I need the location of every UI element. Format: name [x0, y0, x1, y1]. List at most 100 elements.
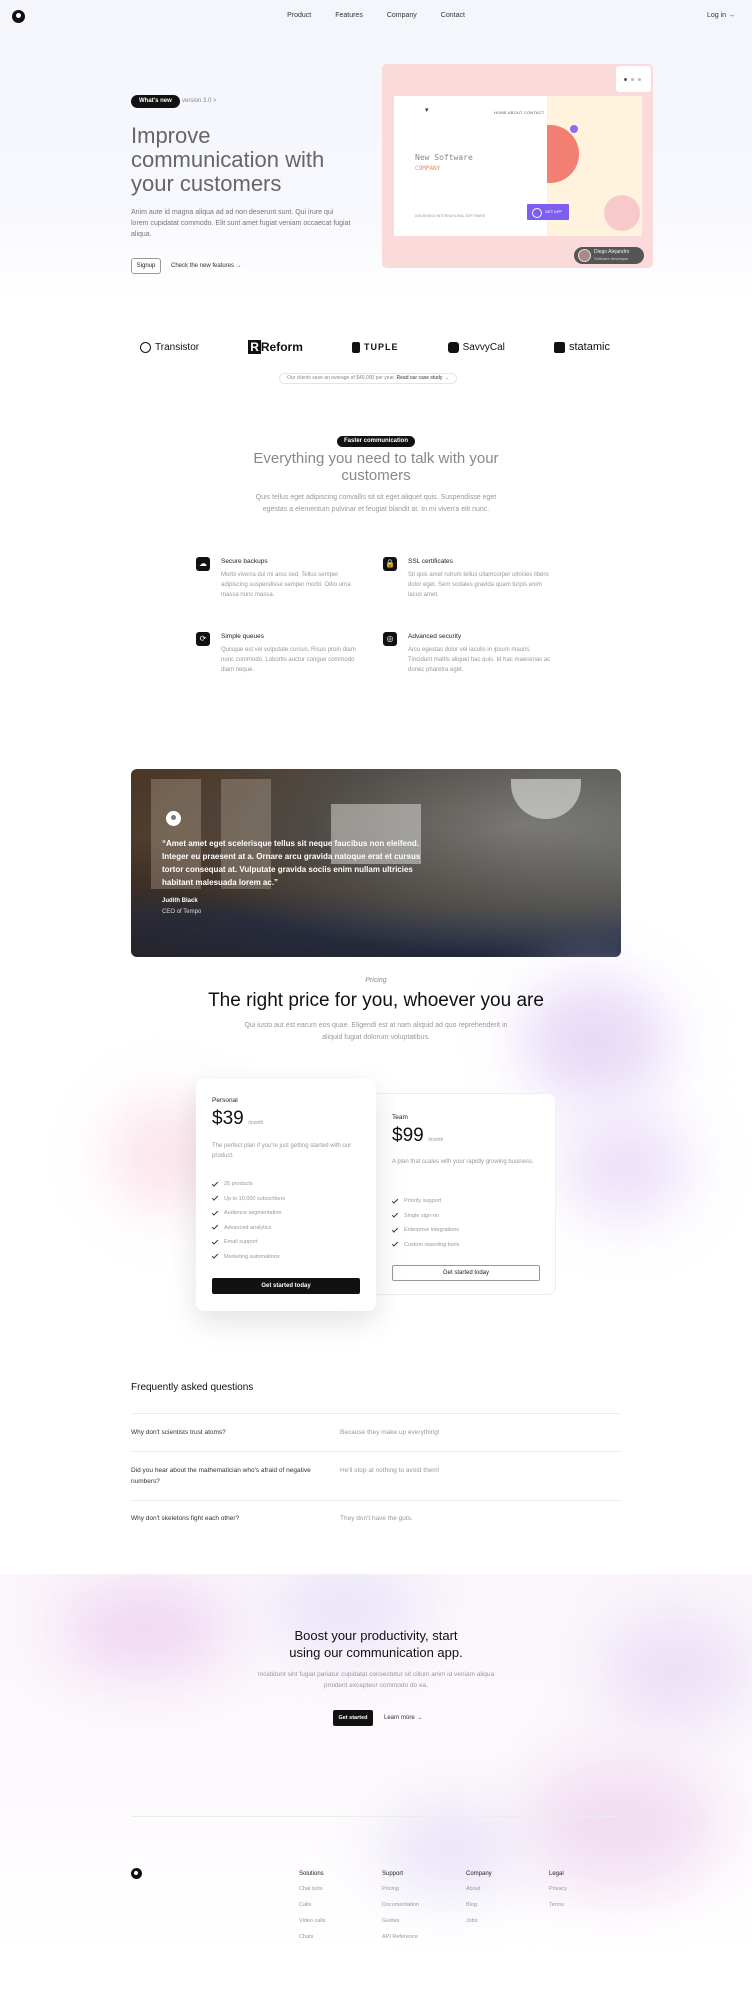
check-icon — [211, 1180, 219, 1187]
check-features-link[interactable]: Check the new features → — [171, 263, 242, 269]
mockup-button: GET APP — [527, 204, 569, 220]
savings-banner[interactable]: Our clients save an average of $40,000 p… — [279, 373, 457, 384]
faq-question: Why don't scientists trust atoms? — [131, 1429, 226, 1436]
plan-feature-label: Priority support — [404, 1198, 441, 1205]
footer-link[interactable]: Documentation — [382, 1902, 462, 1918]
check-icon — [391, 1211, 399, 1218]
nav-product[interactable]: Product — [287, 12, 311, 19]
cta-get-started-button[interactable]: Get started — [333, 1710, 373, 1726]
plan-feature-label: Single sign-on — [404, 1212, 439, 1219]
mockup-shape-pink — [604, 195, 640, 231]
plan-name: Personal — [212, 1097, 238, 1104]
fingerprint-icon: ◎ — [383, 632, 397, 646]
features-title: Everything you need to talk with your cu… — [253, 450, 499, 484]
cta-title: Boost your productivity, start using our… — [289, 1628, 463, 1660]
divider — [131, 1500, 621, 1501]
mockup-caption: A BUSINESS INTERNATIONAL SOFTWARE — [415, 214, 486, 218]
footer-logo-icon[interactable] — [131, 1868, 142, 1879]
logo-label: statamic — [568, 341, 610, 353]
footer-link[interactable]: Video calls — [299, 1918, 379, 1934]
footer-column-support: Support Pricing Documentation Guides API… — [382, 1871, 462, 1950]
carousel-dots[interactable] — [616, 66, 651, 92]
plan-feature: Email support — [211, 1235, 362, 1250]
footer-link[interactable]: Chat bots — [299, 1886, 379, 1902]
plan-feature: Marketing automations — [211, 1250, 362, 1265]
footer-link[interactable]: Terms — [549, 1902, 629, 1918]
footer-link[interactable]: Chats — [299, 1934, 379, 1950]
footer-link[interactable]: Blog — [466, 1902, 546, 1918]
faq-answer: Because they make up everything! — [340, 1429, 440, 1436]
divider — [131, 1816, 621, 1817]
mockup-dot — [570, 125, 578, 133]
feature-desc: Sit quis amet rutrum tellus ullamcorper … — [408, 572, 549, 598]
footer-heading: Support — [382, 1871, 404, 1877]
check-icon — [211, 1252, 219, 1259]
lock-icon: 🔒 — [383, 557, 397, 571]
footer-link[interactable]: About — [466, 1886, 546, 1902]
plan-feature-label: 25 products — [224, 1181, 253, 1188]
pricing-card-personal: Personal $39 /month The perfect plan if … — [196, 1079, 376, 1311]
refresh-icon: ⟳ — [196, 632, 210, 646]
feature-name: Secure backups — [221, 558, 268, 565]
check-icon — [391, 1197, 399, 1204]
logo-label: Transistor — [155, 341, 200, 353]
divider — [131, 1413, 621, 1414]
plan-feature: Advanced analytics — [211, 1221, 362, 1236]
footer-link[interactable]: Privacy — [549, 1886, 629, 1902]
feature-name: Simple queues — [221, 633, 264, 640]
logo-savvycal: SavvyCal — [447, 341, 505, 353]
footer-link[interactable]: Guides — [382, 1918, 462, 1934]
personal-get-started-button[interactable]: Get started today — [212, 1278, 360, 1294]
decor-blob — [560, 1110, 690, 1220]
plan-feature-label: Custom reporting tools — [404, 1241, 460, 1248]
plan-price-row: $39 /month — [212, 1108, 263, 1130]
case-study-link[interactable]: Read our case study → — [397, 375, 449, 381]
plan-feature-label: Up to 10,000 subscribers — [224, 1195, 286, 1202]
footer-link[interactable]: Calls — [299, 1902, 379, 1918]
faq-title: Frequently asked questions — [131, 1382, 254, 1393]
nav-company[interactable]: Company — [387, 12, 417, 19]
plan-price: $39 — [212, 1108, 244, 1129]
plan-features: Priority support Single sign-on Enterpri… — [391, 1194, 542, 1253]
plan-feature: Audience segmentation — [211, 1206, 362, 1221]
mockup-logo-icon: ▾ — [425, 107, 429, 114]
plan-feature: 25 products — [211, 1177, 362, 1192]
nav-contact[interactable]: Contact — [441, 12, 465, 19]
plan-feature: Custom reporting tools — [391, 1238, 542, 1253]
whats-new-badge[interactable]: What's new — [131, 95, 180, 108]
pricing-text: Qui iusto aut est earum eos quae. Eligen… — [244, 1022, 508, 1041]
logo-transistor: Transistor — [140, 341, 200, 353]
footer-heading: Legal — [549, 1871, 564, 1877]
logo-label: Reform — [260, 340, 303, 354]
footer-link[interactable]: API Reference — [382, 1934, 462, 1950]
user-name: Diego Alejandro — [594, 249, 630, 255]
carousel-dot[interactable] — [631, 78, 634, 81]
check-icon — [391, 1226, 399, 1233]
mockup-subtitle: COMPANY — [415, 165, 441, 172]
logo-label: SavvyCal — [462, 341, 505, 353]
plan-feature-label: Email support — [224, 1239, 258, 1246]
carousel-dot[interactable] — [638, 78, 641, 81]
quote-logo-icon — [166, 811, 181, 826]
footer-link[interactable]: Jobs — [466, 1918, 546, 1934]
footer-link[interactable]: Pricing — [382, 1886, 462, 1902]
divider — [131, 1451, 621, 1452]
logo-label: TUPLE — [364, 342, 399, 352]
footer-column-company: Company About Blog Jobs — [466, 1871, 546, 1934]
pricing-eyebrow: Pricing — [365, 977, 387, 984]
nav-features[interactable]: Features — [335, 12, 363, 19]
team-get-started-button[interactable]: Get started today — [392, 1265, 540, 1281]
hero-text: Anim aute id magna aliqua ad ad non dese… — [131, 209, 351, 238]
plan-feature-label: Audience segmentation — [224, 1210, 282, 1217]
cta-learn-more-link[interactable]: Learn more → — [384, 1715, 422, 1721]
signup-button[interactable]: Signup — [131, 258, 161, 274]
tuple-icon — [352, 341, 360, 353]
carousel-dot[interactable] — [624, 78, 627, 81]
plan-features: 25 products Up to 10,000 subscribers Aud… — [211, 1177, 362, 1265]
logo-reform: R Reform — [248, 340, 303, 354]
hero-title: Improve communication with your customer… — [131, 123, 325, 196]
login-link[interactable]: Log in → — [707, 12, 735, 19]
plan-feature-label: Advanced analytics — [224, 1224, 272, 1231]
version-link[interactable]: version 3.0 > — [182, 98, 217, 104]
main-nav: Product Features Company Contact — [0, 12, 752, 19]
